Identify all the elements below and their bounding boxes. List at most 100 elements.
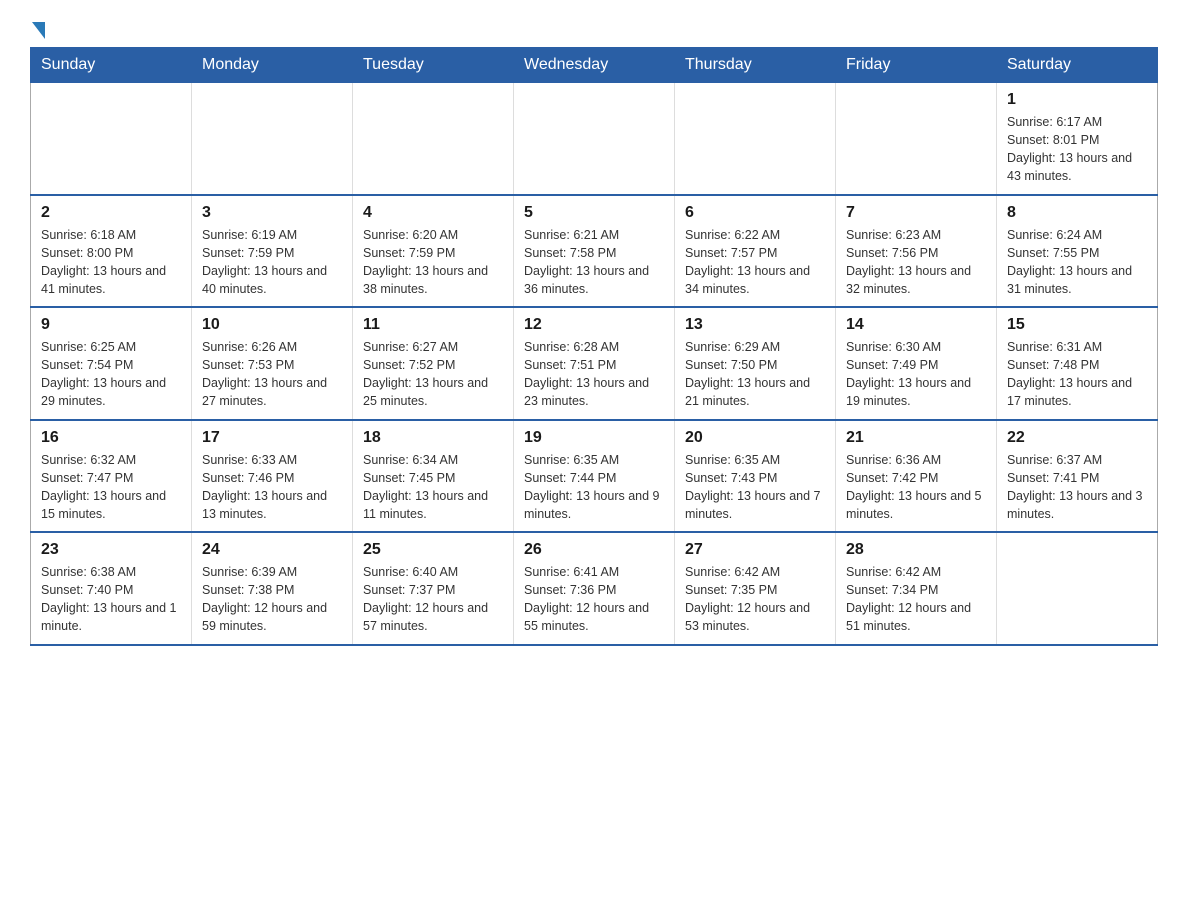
day-number: 12 bbox=[524, 316, 664, 334]
day-info: Sunrise: 6:40 AM Sunset: 7:37 PM Dayligh… bbox=[363, 563, 503, 636]
day-number: 15 bbox=[1007, 316, 1147, 334]
calendar-day-cell: 23 Sunrise: 6:38 AM Sunset: 7:40 PM Dayli… bbox=[31, 532, 192, 645]
day-info: Sunrise: 6:31 AM Sunset: 7:48 PM Dayligh… bbox=[1007, 338, 1147, 411]
calendar-week-row: 1 Sunrise: 6:17 AM Sunset: 8:01 PM Daylig… bbox=[31, 83, 1158, 195]
day-number: 25 bbox=[363, 541, 503, 559]
day-number: 10 bbox=[202, 316, 342, 334]
calendar-day-cell: 3 Sunrise: 6:19 AM Sunset: 7:59 PM Daylig… bbox=[192, 195, 353, 308]
calendar-day-cell: 27 Sunrise: 6:42 AM Sunset: 7:35 PM Dayli… bbox=[675, 532, 836, 645]
column-header-thursday: Thursday bbox=[675, 48, 836, 83]
day-info: Sunrise: 6:42 AM Sunset: 7:34 PM Dayligh… bbox=[846, 563, 986, 636]
calendar-table: SundayMondayTuesdayWednesdayThursdayFrid… bbox=[30, 47, 1158, 646]
day-number: 28 bbox=[846, 541, 986, 559]
day-info: Sunrise: 6:30 AM Sunset: 7:49 PM Dayligh… bbox=[846, 338, 986, 411]
day-info: Sunrise: 6:20 AM Sunset: 7:59 PM Dayligh… bbox=[363, 226, 503, 299]
day-number: 24 bbox=[202, 541, 342, 559]
column-header-tuesday: Tuesday bbox=[353, 48, 514, 83]
column-header-saturday: Saturday bbox=[997, 48, 1158, 83]
day-info: Sunrise: 6:26 AM Sunset: 7:53 PM Dayligh… bbox=[202, 338, 342, 411]
calendar-day-cell bbox=[675, 83, 836, 195]
day-number: 21 bbox=[846, 429, 986, 447]
calendar-day-cell: 17 Sunrise: 6:33 AM Sunset: 7:46 PM Dayli… bbox=[192, 420, 353, 533]
calendar-day-cell: 2Sunrise: 6:18 AM Sunset: 8:00 PM Daylig… bbox=[31, 195, 192, 308]
calendar-day-cell: 16 Sunrise: 6:32 AM Sunset: 7:47 PM Dayli… bbox=[31, 420, 192, 533]
day-info: Sunrise: 6:25 AM Sunset: 7:54 PM Dayligh… bbox=[41, 338, 181, 411]
day-info: Sunrise: 6:17 AM Sunset: 8:01 PM Dayligh… bbox=[1007, 113, 1147, 186]
day-info: Sunrise: 6:23 AM Sunset: 7:56 PM Dayligh… bbox=[846, 226, 986, 299]
day-number: 1 bbox=[1007, 91, 1147, 109]
calendar-day-cell: 8 Sunrise: 6:24 AM Sunset: 7:55 PM Daylig… bbox=[997, 195, 1158, 308]
day-info: Sunrise: 6:33 AM Sunset: 7:46 PM Dayligh… bbox=[202, 451, 342, 524]
day-number: 18 bbox=[363, 429, 503, 447]
calendar-day-cell: 7 Sunrise: 6:23 AM Sunset: 7:56 PM Daylig… bbox=[836, 195, 997, 308]
day-number: 13 bbox=[685, 316, 825, 334]
day-info: Sunrise: 6:29 AM Sunset: 7:50 PM Dayligh… bbox=[685, 338, 825, 411]
calendar-day-cell: 21 Sunrise: 6:36 AM Sunset: 7:42 PM Dayli… bbox=[836, 420, 997, 533]
day-info: Sunrise: 6:24 AM Sunset: 7:55 PM Dayligh… bbox=[1007, 226, 1147, 299]
day-info: Sunrise: 6:32 AM Sunset: 7:47 PM Dayligh… bbox=[41, 451, 181, 524]
day-info: Sunrise: 6:41 AM Sunset: 7:36 PM Dayligh… bbox=[524, 563, 664, 636]
day-info: Sunrise: 6:39 AM Sunset: 7:38 PM Dayligh… bbox=[202, 563, 342, 636]
calendar-day-cell bbox=[997, 532, 1158, 645]
day-number: 11 bbox=[363, 316, 503, 334]
day-number: 17 bbox=[202, 429, 342, 447]
calendar-day-cell: 13 Sunrise: 6:29 AM Sunset: 7:50 PM Dayli… bbox=[675, 307, 836, 420]
logo bbox=[30, 20, 45, 37]
calendar-day-cell bbox=[353, 83, 514, 195]
day-number: 9 bbox=[41, 316, 181, 334]
calendar-day-cell: 26 Sunrise: 6:41 AM Sunset: 7:36 PM Dayli… bbox=[514, 532, 675, 645]
day-info: Sunrise: 6:19 AM Sunset: 7:59 PM Dayligh… bbox=[202, 226, 342, 299]
day-number: 19 bbox=[524, 429, 664, 447]
calendar-week-row: 16 Sunrise: 6:32 AM Sunset: 7:47 PM Dayli… bbox=[31, 420, 1158, 533]
calendar-day-cell: 18 Sunrise: 6:34 AM Sunset: 7:45 PM Dayli… bbox=[353, 420, 514, 533]
calendar-day-cell: 25 Sunrise: 6:40 AM Sunset: 7:37 PM Dayli… bbox=[353, 532, 514, 645]
calendar-day-cell: 6 Sunrise: 6:22 AM Sunset: 7:57 PM Daylig… bbox=[675, 195, 836, 308]
calendar-day-cell: 15 Sunrise: 6:31 AM Sunset: 7:48 PM Dayli… bbox=[997, 307, 1158, 420]
day-number: 4 bbox=[363, 204, 503, 222]
calendar-day-cell: 5 Sunrise: 6:21 AM Sunset: 7:58 PM Daylig… bbox=[514, 195, 675, 308]
day-number: 23 bbox=[41, 541, 181, 559]
calendar-day-cell: 22 Sunrise: 6:37 AM Sunset: 7:41 PM Dayli… bbox=[997, 420, 1158, 533]
day-number: 8 bbox=[1007, 204, 1147, 222]
logo-triangle-icon bbox=[32, 22, 45, 39]
calendar-day-cell: 12 Sunrise: 6:28 AM Sunset: 7:51 PM Dayli… bbox=[514, 307, 675, 420]
day-info: Sunrise: 6:38 AM Sunset: 7:40 PM Dayligh… bbox=[41, 563, 181, 636]
day-number: 2 bbox=[41, 204, 181, 222]
day-number: 3 bbox=[202, 204, 342, 222]
calendar-week-row: 23 Sunrise: 6:38 AM Sunset: 7:40 PM Dayli… bbox=[31, 532, 1158, 645]
day-number: 26 bbox=[524, 541, 664, 559]
day-info: Sunrise: 6:35 AM Sunset: 7:44 PM Dayligh… bbox=[524, 451, 664, 524]
calendar-week-row: 2Sunrise: 6:18 AM Sunset: 8:00 PM Daylig… bbox=[31, 195, 1158, 308]
calendar-day-cell bbox=[836, 83, 997, 195]
calendar-day-cell bbox=[192, 83, 353, 195]
day-info: Sunrise: 6:36 AM Sunset: 7:42 PM Dayligh… bbox=[846, 451, 986, 524]
day-info: Sunrise: 6:22 AM Sunset: 7:57 PM Dayligh… bbox=[685, 226, 825, 299]
day-info: Sunrise: 6:34 AM Sunset: 7:45 PM Dayligh… bbox=[363, 451, 503, 524]
calendar-day-cell: 10 Sunrise: 6:26 AM Sunset: 7:53 PM Dayli… bbox=[192, 307, 353, 420]
calendar-header-row: SundayMondayTuesdayWednesdayThursdayFrid… bbox=[31, 48, 1158, 83]
calendar-day-cell: 11 Sunrise: 6:27 AM Sunset: 7:52 PM Dayli… bbox=[353, 307, 514, 420]
calendar-day-cell: 20Sunrise: 6:35 AM Sunset: 7:43 PM Dayli… bbox=[675, 420, 836, 533]
day-info: Sunrise: 6:21 AM Sunset: 7:58 PM Dayligh… bbox=[524, 226, 664, 299]
calendar-day-cell: 14 Sunrise: 6:30 AM Sunset: 7:49 PM Dayli… bbox=[836, 307, 997, 420]
day-info: Sunrise: 6:27 AM Sunset: 7:52 PM Dayligh… bbox=[363, 338, 503, 411]
column-header-sunday: Sunday bbox=[31, 48, 192, 83]
calendar-day-cell bbox=[31, 83, 192, 195]
day-info: Sunrise: 6:37 AM Sunset: 7:41 PM Dayligh… bbox=[1007, 451, 1147, 524]
day-number: 6 bbox=[685, 204, 825, 222]
day-number: 14 bbox=[846, 316, 986, 334]
day-number: 5 bbox=[524, 204, 664, 222]
calendar-day-cell: 28 Sunrise: 6:42 AM Sunset: 7:34 PM Dayli… bbox=[836, 532, 997, 645]
calendar-day-cell: 9 Sunrise: 6:25 AM Sunset: 7:54 PM Daylig… bbox=[31, 307, 192, 420]
day-info: Sunrise: 6:35 AM Sunset: 7:43 PM Dayligh… bbox=[685, 451, 825, 524]
column-header-wednesday: Wednesday bbox=[514, 48, 675, 83]
day-number: 7 bbox=[846, 204, 986, 222]
day-info: Sunrise: 6:28 AM Sunset: 7:51 PM Dayligh… bbox=[524, 338, 664, 411]
calendar-day-cell: 19 Sunrise: 6:35 AM Sunset: 7:44 PM Dayli… bbox=[514, 420, 675, 533]
calendar-day-cell bbox=[514, 83, 675, 195]
day-info: Sunrise: 6:42 AM Sunset: 7:35 PM Dayligh… bbox=[685, 563, 825, 636]
day-number: 16 bbox=[41, 429, 181, 447]
day-number: 27 bbox=[685, 541, 825, 559]
day-number: 22 bbox=[1007, 429, 1147, 447]
column-header-friday: Friday bbox=[836, 48, 997, 83]
